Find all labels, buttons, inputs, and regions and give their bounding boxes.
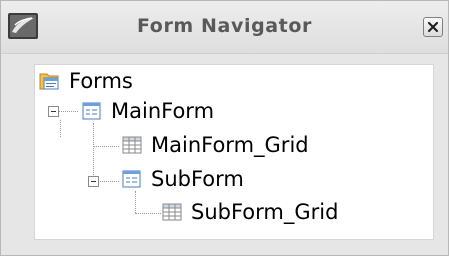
navigator-tree[interactable]: Forms MainForm MainForm_Grid SubForm Sub… (34, 64, 434, 240)
form-navigator-app-icon (7, 12, 39, 40)
title-bar[interactable]: Form Navigator (1, 1, 448, 54)
form-icon (121, 168, 143, 190)
window-title: Form Navigator (137, 15, 312, 37)
tree-item-sub-form[interactable]: SubForm (121, 163, 244, 195)
form-icon (81, 100, 103, 122)
tree-item-label: MainForm_Grid (151, 133, 309, 157)
tree-item-main-form-grid[interactable]: MainForm_Grid (121, 129, 309, 161)
expander-sub-form[interactable] (88, 176, 99, 187)
grid-control-icon (161, 201, 183, 223)
grid-control-icon (121, 134, 143, 156)
forms-folder-icon (39, 70, 61, 92)
tree-connector (93, 146, 119, 147)
tree-item-forms[interactable]: Forms (39, 65, 133, 97)
close-button[interactable] (423, 17, 443, 37)
tree-item-label: SubForm_Grid (191, 200, 339, 224)
expander-main-form[interactable] (48, 106, 59, 117)
form-navigator-window: Form Navigator Forms MainForm MainForm_G… (0, 0, 449, 256)
close-icon (427, 21, 439, 33)
tree-connector (60, 120, 61, 137)
tree-connector (135, 213, 161, 214)
tree-item-label: SubForm (151, 167, 244, 191)
tree-item-label: Forms (69, 69, 133, 93)
tree-connector (93, 123, 94, 183)
tree-item-main-form[interactable]: MainForm (81, 95, 214, 127)
tree-item-label: MainForm (111, 99, 215, 123)
tree-item-sub-form-grid[interactable]: SubForm_Grid (161, 196, 338, 228)
